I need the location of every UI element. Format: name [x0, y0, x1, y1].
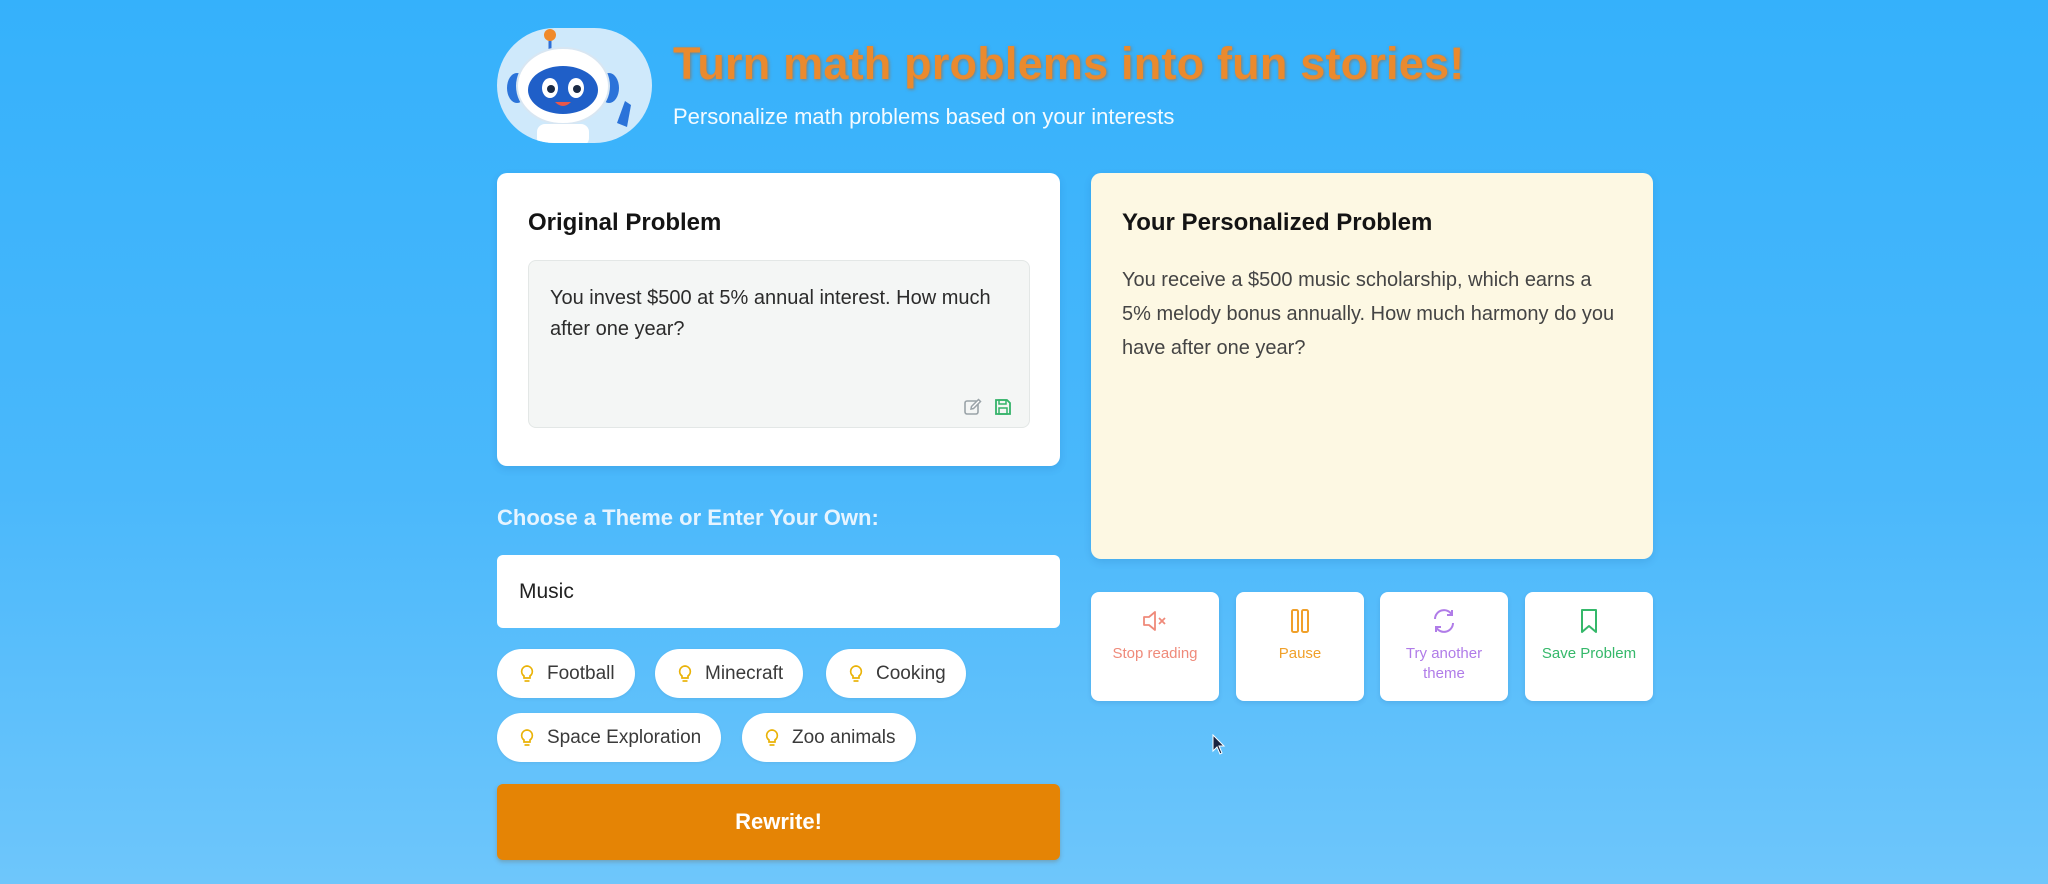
rewrite-button[interactable]: Rewrite!: [497, 784, 1060, 860]
personalized-problem-card: Your Personalized Problem You receive a …: [1091, 173, 1653, 559]
lightbulb-icon: [520, 728, 534, 746]
theme-label: Choose a Theme or Enter Your Own:: [497, 505, 879, 530]
page-title: Turn math problems into fun stories!: [673, 38, 1465, 89]
lightbulb-icon: [765, 728, 779, 746]
original-problem-text[interactable]: You invest $500 at 5% annual interest. H…: [550, 283, 1000, 345]
stop-reading-button[interactable]: Stop reading: [1091, 592, 1219, 701]
lightbulb-icon: [520, 664, 534, 682]
mouse-cursor-icon: [1212, 733, 1226, 756]
pause-icon: [1291, 609, 1309, 633]
lightbulb-icon: [849, 664, 863, 682]
theme-chip-label: Football: [547, 662, 615, 684]
robot-mascot-icon: [497, 28, 652, 143]
theme-chip-cooking[interactable]: Cooking: [826, 649, 966, 698]
stop-reading-label: Stop reading: [1112, 645, 1198, 662]
theme-chip-label: Cooking: [876, 662, 946, 684]
bookmark-icon: [1581, 609, 1597, 633]
try-another-theme-button[interactable]: Try another theme: [1380, 592, 1508, 701]
theme-chip-label: Zoo animals: [792, 726, 896, 748]
theme-chip-minecraft[interactable]: Minecraft: [655, 649, 804, 698]
edit-icon[interactable]: [963, 397, 983, 417]
personalized-problem-text: You receive a $500 music scholarship, wh…: [1122, 269, 1615, 359]
original-problem-box[interactable]: You invest $500 at 5% annual interest. H…: [528, 260, 1030, 428]
refresh-icon: [1434, 609, 1454, 633]
save-icon[interactable]: [993, 397, 1013, 417]
pause-button[interactable]: Pause: [1236, 592, 1364, 701]
theme-chip-label: Minecraft: [705, 662, 784, 684]
personalized-problem-title: Your Personalized Problem: [1122, 209, 1433, 236]
theme-chip-label: Space Exploration: [547, 726, 702, 748]
speaker-muted-icon: [1143, 611, 1166, 631]
theme-chip-football[interactable]: Football: [497, 649, 635, 698]
try-another-theme-label: Try another theme: [1405, 645, 1483, 682]
lightbulb-icon: [678, 664, 692, 682]
theme-input[interactable]: [497, 555, 1060, 628]
theme-chip-zoo-animals[interactable]: Zoo animals: [742, 713, 916, 762]
theme-chip-space-exploration[interactable]: Space Exploration: [497, 713, 722, 762]
save-problem-label: Save Problem: [1541, 645, 1637, 662]
original-problem-card: Original Problem You invest $500 at 5% a…: [497, 173, 1060, 466]
page-subtitle: Personalize math problems based on your …: [673, 104, 1175, 129]
save-problem-button[interactable]: Save Problem: [1525, 592, 1653, 701]
original-problem-title: Original Problem: [528, 209, 722, 236]
pause-label: Pause: [1278, 645, 1322, 662]
